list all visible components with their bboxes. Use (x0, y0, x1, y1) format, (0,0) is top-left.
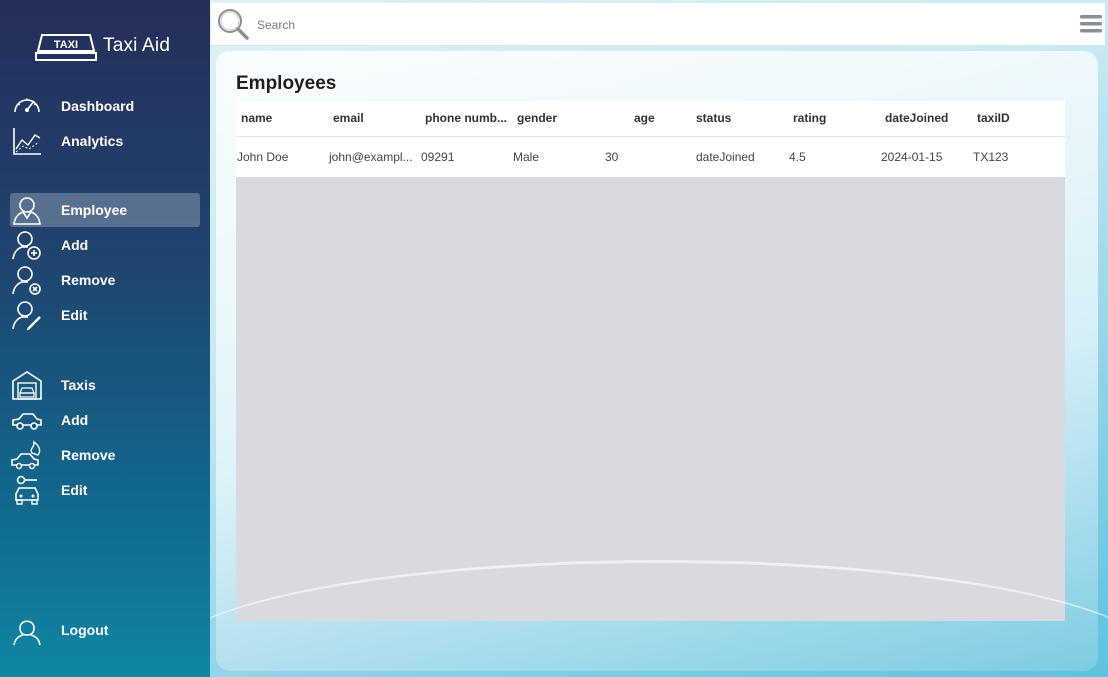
chart-icon (10, 124, 44, 158)
cell-email: john@exampl... (329, 149, 413, 164)
cell-rating: 4.5 (789, 149, 806, 164)
logout-button[interactable]: Logout (10, 613, 200, 647)
speedometer-icon (10, 89, 44, 123)
cell-name: John Doe (237, 149, 289, 164)
column-header-age[interactable]: age (604, 101, 696, 136)
sidebar-item-add-taxi[interactable]: Add (10, 403, 200, 437)
table-row[interactable]: John Doe john@exampl... 09291 Male 30 da… (236, 136, 1065, 177)
sidebar-item-label: Edit (61, 482, 88, 498)
remove-user-icon (10, 263, 44, 297)
column-header-rating[interactable]: rating (788, 101, 880, 136)
add-user-icon (10, 228, 44, 262)
main-area: Employees name email phone numb... gende… (210, 0, 1108, 677)
cell-phone: 09291 (421, 149, 455, 164)
sidebar-item-edit-employee[interactable]: Edit (10, 298, 200, 332)
column-header-datejoined[interactable]: dateJoined (880, 101, 972, 136)
sidebar-item-label: Remove (61, 447, 116, 463)
sidebar-item-label: Add (61, 237, 89, 253)
cell-age: 30 (605, 149, 619, 164)
cell-datejoined: 2024-01-15 (881, 149, 943, 164)
sidebar-item-remove-employee[interactable]: Remove (10, 263, 200, 297)
employee-icon (10, 193, 44, 227)
search-input[interactable] (251, 11, 1019, 39)
taxi-logo-icon: TAXI (34, 29, 98, 63)
logout-user-icon (10, 613, 44, 647)
cell-gender: Male (513, 149, 540, 164)
search-icon[interactable] (216, 7, 250, 41)
sidebar-item-edit-taxi[interactable]: Edit (10, 473, 200, 507)
top-bar (211, 3, 1105, 46)
table-header-row: name email phone numb... gender age stat… (236, 101, 1065, 136)
car-remove-icon (10, 438, 44, 472)
taxi-badge-text: TAXI (54, 39, 78, 51)
sidebar-item-label: Employee (61, 202, 128, 218)
sidebar-item-employee[interactable]: Employee (10, 193, 200, 227)
cell-status: dateJoined (696, 149, 755, 164)
sidebar-item-label: Analytics (61, 133, 124, 149)
sidebar-item-label: Dashboard (61, 98, 135, 114)
garage-icon (10, 368, 44, 402)
car-edit-icon (10, 473, 44, 507)
column-header-phone[interactable]: phone numb... (420, 101, 512, 136)
sidebar-item-dashboard[interactable]: Dashboard (10, 89, 200, 123)
employees-table: name email phone numb... gender age stat… (236, 101, 1065, 177)
sidebar-item-label: Logout (61, 622, 109, 638)
sidebar: TAXI Taxi Aid Dashboard Analytics Employ… (0, 0, 210, 677)
sidebar-item-taxis[interactable]: Taxis (10, 368, 200, 402)
column-header-name[interactable]: name (236, 101, 328, 136)
column-header-status[interactable]: status (696, 101, 788, 136)
car-icon (10, 403, 44, 437)
employees-table-container: name email phone numb... gender age stat… (236, 101, 1065, 621)
app-title: Taxi Aid (103, 35, 171, 56)
cell-taxiid: TX123 (973, 149, 1009, 164)
sidebar-item-label: Edit (61, 307, 88, 323)
column-header-taxiid[interactable]: taxiID (972, 101, 1065, 136)
sidebar-item-remove-taxi[interactable]: Remove (10, 438, 200, 472)
sidebar-item-label: Taxis (61, 377, 96, 393)
column-header-email[interactable]: email (328, 101, 420, 136)
hamburger-menu-icon[interactable] (1080, 13, 1102, 35)
edit-user-icon (10, 298, 44, 332)
sidebar-item-add-employee[interactable]: Add (10, 228, 200, 262)
page-title: Employees (236, 73, 337, 94)
column-header-gender[interactable]: gender (512, 101, 604, 136)
brand: TAXI Taxi Aid (34, 28, 170, 64)
sidebar-item-label: Remove (61, 272, 116, 288)
content-card: Employees name email phone numb... gende… (216, 51, 1098, 671)
sidebar-item-analytics[interactable]: Analytics (10, 124, 200, 158)
sidebar-item-label: Add (61, 412, 89, 428)
